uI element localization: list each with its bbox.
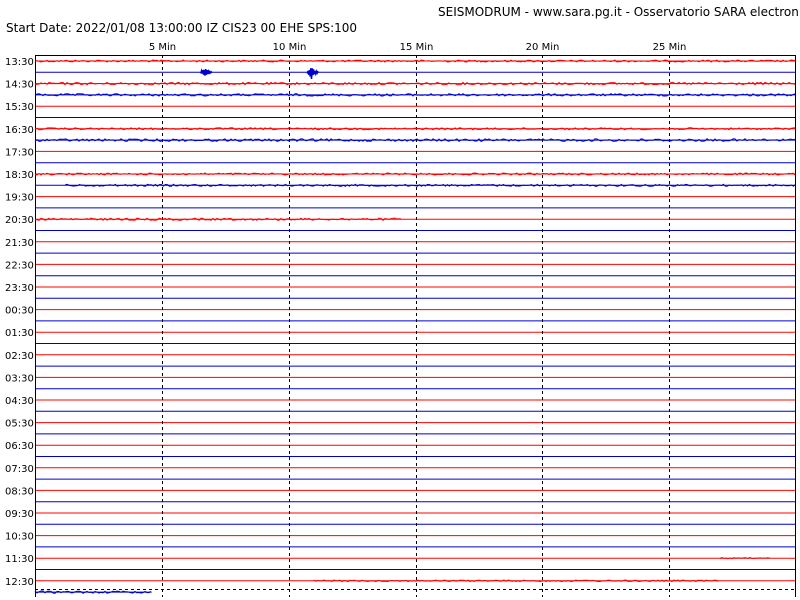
seismic-event <box>200 68 213 76</box>
event-layer <box>200 68 320 80</box>
trace-noise <box>34 138 796 143</box>
hour-tick-label: 01:30 <box>5 328 34 339</box>
hour-tick-label: 08:30 <box>5 486 34 497</box>
hour-tick-label: 03:30 <box>5 373 34 384</box>
hour-tick-label: 18:30 <box>5 170 34 181</box>
hour-tick-label: 02:30 <box>5 351 34 362</box>
hour-tick-label: 21:30 <box>5 238 34 249</box>
minute-gridlines <box>162 55 670 597</box>
minute-tick-label: 5 Min <box>149 42 176 53</box>
hour-tick-label: 13:30 <box>5 57 34 68</box>
hour-tick-label: 04:30 <box>5 396 34 407</box>
hour-tick-label: 06:30 <box>5 441 34 452</box>
seismic-event <box>306 68 320 80</box>
hour-tick-label: 10:30 <box>5 532 34 543</box>
hour-tick-label: 00:30 <box>5 306 34 317</box>
hour-tick-label: 07:30 <box>5 464 34 475</box>
hour-tick-label: 09:30 <box>5 509 34 520</box>
hour-tick-label: 11:30 <box>5 554 34 565</box>
hour-tick-label: 17:30 <box>5 147 34 158</box>
hour-tick-labels: 13:30 14:30 15:30 16:30 17:30 18:30 19:30 20:30… <box>5 57 34 588</box>
hour-tick-label: 20:30 <box>5 215 34 226</box>
hour-tick-label: 14:30 <box>5 80 34 91</box>
hour-tick-label: 23:30 <box>5 283 34 294</box>
hour-tick-label: 22:30 <box>5 260 34 271</box>
hour-tick-label: 15:30 <box>5 102 34 113</box>
minute-tick-label: 25 Min <box>653 42 687 53</box>
trace-noise <box>35 217 402 221</box>
seismogram-drum: 5 Min 10 Min 15 Min 20 Min 25 Min 13:30 14:30… <box>5 42 796 597</box>
minute-tick-label: 15 Min <box>400 42 434 53</box>
hour-tick-label: 12:30 <box>5 577 34 588</box>
minute-tick-label: 20 Min <box>526 42 560 53</box>
hour-tick-label: 05:30 <box>5 419 34 430</box>
hour-tick-label: 19:30 <box>5 193 34 204</box>
minute-tick-labels: 5 Min 10 Min 15 Min 20 Min 25 Min <box>149 42 686 53</box>
minute-tick-label: 10 Min <box>273 42 307 53</box>
hour-tick-label: 16:30 <box>5 125 34 136</box>
plot-frame <box>35 55 796 597</box>
